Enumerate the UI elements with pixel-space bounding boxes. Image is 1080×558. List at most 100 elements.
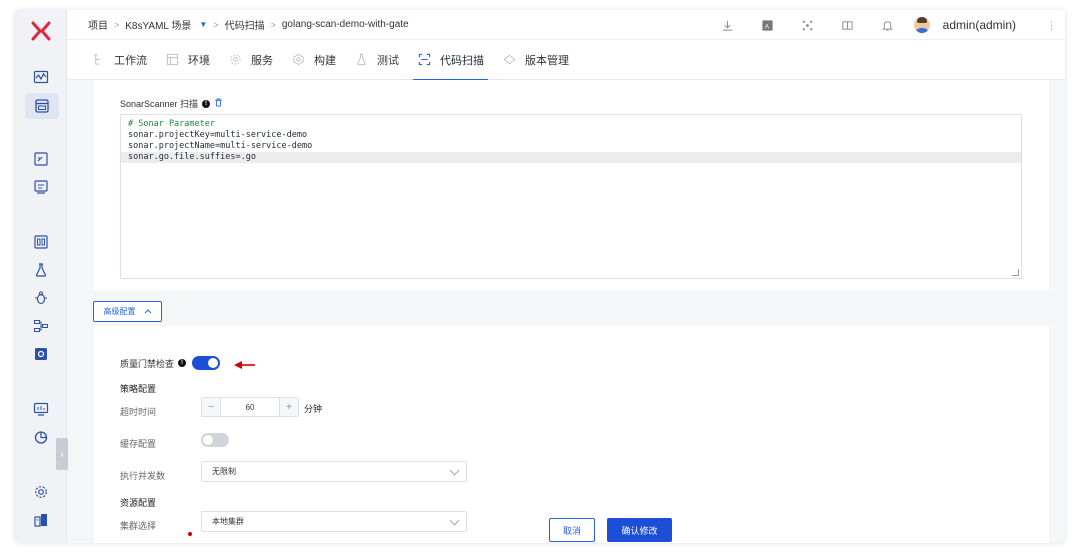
pie-chart-icon[interactable] <box>30 426 52 448</box>
tab-code-scan[interactable]: 代码扫描 <box>413 40 488 81</box>
advanced-config-button[interactable]: 高级配置 <box>93 301 162 322</box>
logo-icon[interactable] <box>29 19 53 43</box>
breadcrumb-separator: > <box>270 19 276 30</box>
code-line: # Sonar Parameter <box>128 119 215 129</box>
tab-workflow[interactable]: 工作流 <box>91 40 147 80</box>
concurrency-value: 无限制 <box>212 467 236 476</box>
project-icon[interactable] <box>25 93 59 119</box>
concurrency-select[interactable]: 无限制 <box>201 461 467 482</box>
annotation-arrow-icon <box>234 361 255 369</box>
cluster-value: 本地集群 <box>212 517 244 526</box>
timeout-unit: 分钟 <box>304 404 323 414</box>
cluster-label: 集群选择 <box>120 521 157 531</box>
resource-title: 资源配置 <box>120 498 157 508</box>
top-bar: 项目 > K8sYAML 场景 ▼ > 代码扫描 > golang-scan-d… <box>67 10 1065 40</box>
sonar-scanner-card: SonarScanner 扫描 ! # Sonar Parameter sona… <box>94 80 1049 290</box>
strategy-title: 策略配置 <box>120 384 157 394</box>
tab-label: 构建 <box>314 54 336 67</box>
quality-gate-label: 质量门禁检查 <box>120 358 175 369</box>
building-icon[interactable] <box>30 509 52 531</box>
info-icon[interactable]: ! <box>202 99 211 108</box>
version-icon <box>502 53 516 67</box>
tab-service[interactable]: 服务 <box>228 40 273 80</box>
tab-build[interactable]: 构建 <box>291 40 336 80</box>
sonar-scanner-title: SonarScanner 扫描 <box>120 99 199 109</box>
timeout-label: 超时时间 <box>120 407 157 417</box>
increment-button[interactable]: + <box>280 398 298 416</box>
cache-toggle[interactable] <box>201 433 229 447</box>
concurrency-row: 执行并发数 <box>120 469 165 482</box>
quality-gate-toggle[interactable] <box>192 356 221 370</box>
tab-label: 服务 <box>251 54 273 67</box>
template-icon[interactable] <box>30 148 52 170</box>
code-line: sonar.projectName=multi-service-demo <box>128 141 313 151</box>
code-line-active: sonar.go.file.suffies=.go <box>121 152 1021 163</box>
svg-text:A: A <box>765 23 770 30</box>
cache-row: 缓存配置 <box>120 437 156 450</box>
release-icon[interactable] <box>30 176 52 198</box>
bell-icon[interactable] <box>868 19 908 32</box>
top-actions: A admin(admin) ⋮ <box>708 10 1065 40</box>
project-dropdown-caret-icon[interactable]: ▼ <box>199 20 207 29</box>
advanced-settings-card: 质量门禁检查 ! 策略配置 超时时间 − 60 + 分钟 缓存配置 执行并发数 … <box>94 326 1049 543</box>
tab-label: 代码扫描 <box>440 54 484 67</box>
sonar-scanner-label: SonarScanner 扫描 ! <box>120 97 223 110</box>
workflow-icon <box>91 53 105 67</box>
build-icon <box>291 53 305 67</box>
environment-icon <box>165 53 179 67</box>
chevron-up-icon <box>144 307 152 316</box>
concurrency-label: 执行并发数 <box>120 471 166 481</box>
translate-icon[interactable]: A <box>748 19 788 32</box>
sidebar: › <box>15 10 68 543</box>
breadcrumb-current: golang-scan-demo-with-gate <box>281 19 409 30</box>
breadcrumb-projects[interactable]: 项目 <box>88 17 108 32</box>
tab-label: 测试 <box>377 54 399 67</box>
resize-handle-icon[interactable] <box>1012 269 1019 276</box>
user-name[interactable]: admin(admin) <box>943 18 1016 32</box>
breadcrumb-separator: > <box>213 19 219 30</box>
artifact-icon[interactable] <box>30 231 52 253</box>
breadcrumb: 项目 > K8sYAML 场景 ▼ > 代码扫描 > golang-scan-d… <box>88 17 409 32</box>
plugin-icon[interactable] <box>788 19 828 32</box>
breadcrumb-separator: > <box>114 19 120 30</box>
flask-icon[interactable] <box>30 259 52 281</box>
timeout-row: 超时时间 <box>120 405 156 418</box>
decrement-button[interactable]: − <box>202 398 220 416</box>
timeout-input[interactable]: 60 <box>220 398 280 416</box>
cancel-button[interactable]: 取消 <box>549 518 595 542</box>
info-icon[interactable]: ! <box>178 359 187 367</box>
quality-gate-row: 质量门禁检查 ! <box>120 356 221 370</box>
service-icon <box>228 53 242 67</box>
trash-icon[interactable] <box>214 98 223 109</box>
settings-box-icon[interactable] <box>30 343 52 365</box>
confirm-button[interactable]: 确认修改 <box>607 518 672 542</box>
monitor-icon[interactable] <box>30 398 52 420</box>
resource-section: 资源配置 <box>120 496 156 509</box>
advanced-config-label: 高级配置 <box>103 307 136 316</box>
tab-label: 工作流 <box>114 54 147 67</box>
gear-icon[interactable] <box>30 481 52 503</box>
scan-icon <box>417 53 431 67</box>
tab-version[interactable]: 版本管理 <box>502 40 569 80</box>
sonar-parameter-editor[interactable]: # Sonar Parameter sonar.projectKey=multi… <box>120 114 1022 279</box>
tab-test[interactable]: 测试 <box>354 40 399 80</box>
avatar[interactable] <box>913 17 930 33</box>
breadcrumb-project-name[interactable]: K8sYAML 场景 <box>125 17 191 32</box>
cluster-row: 集群选择 <box>120 519 156 532</box>
pipeline-icon[interactable] <box>30 315 52 337</box>
timeout-stepper: − 60 + <box>201 397 299 417</box>
more-menu-icon[interactable]: ⋮ <box>1046 19 1057 32</box>
required-marker <box>188 532 192 536</box>
cluster-select[interactable]: 本地集群 <box>201 511 467 532</box>
bug-icon[interactable] <box>30 287 52 309</box>
sidebar-collapse-handle[interactable]: › <box>56 438 68 470</box>
download-icon[interactable] <box>708 19 748 32</box>
tab-environment[interactable]: 环境 <box>165 40 210 80</box>
breadcrumb-code-scan[interactable]: 代码扫描 <box>225 17 265 32</box>
strategy-section: 策略配置 <box>120 382 156 395</box>
cache-label: 缓存配置 <box>120 439 157 449</box>
dashboard-icon[interactable] <box>30 66 52 88</box>
tab-label: 版本管理 <box>525 54 569 67</box>
book-icon[interactable] <box>828 19 868 32</box>
module-tabs: 工作流 环境 服务 构建 测试 代码扫描 版本管理 <box>67 40 1065 81</box>
